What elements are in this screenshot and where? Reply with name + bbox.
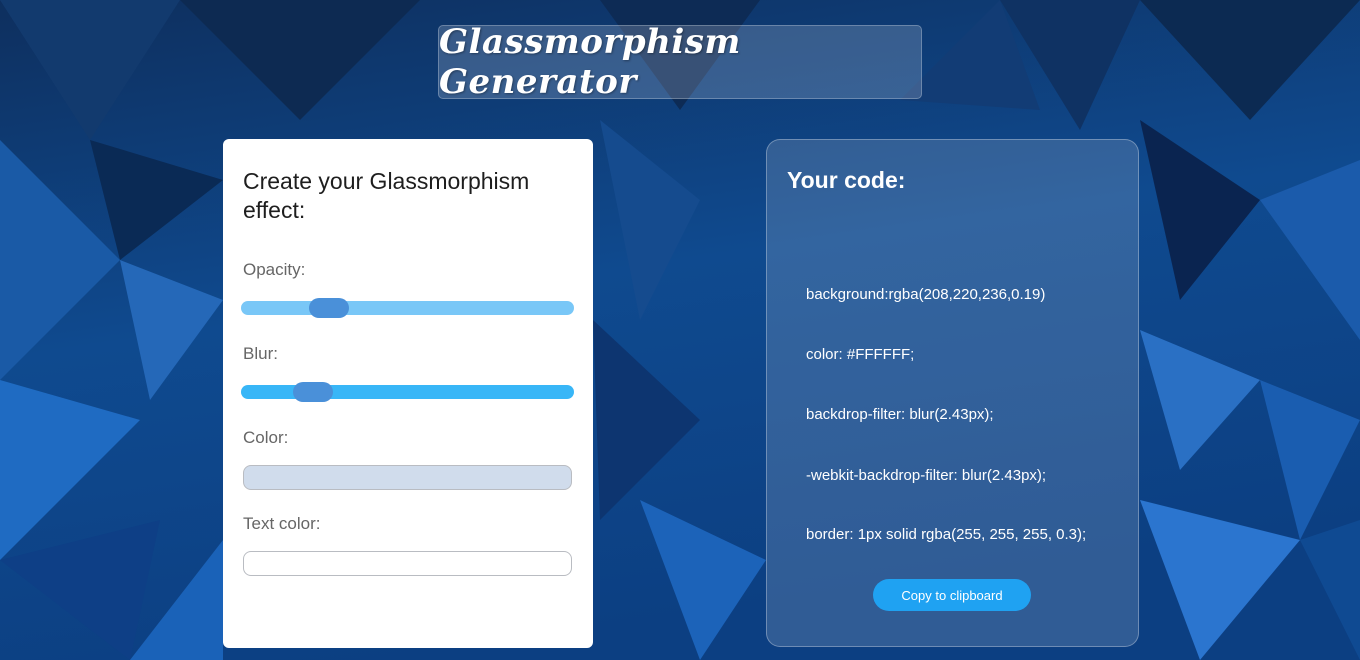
code-line-color: color: #FFFFFF; <box>806 346 915 363</box>
copy-to-clipboard-button[interactable]: Copy to clipboard <box>873 579 1031 611</box>
title-banner: Glassmorphism Generator <box>438 22 922 102</box>
opacity-slider-thumb[interactable] <box>309 298 349 318</box>
opacity-slider[interactable] <box>241 298 574 318</box>
text-color-picker[interactable] <box>243 551 572 576</box>
code-line-backdrop-filter: backdrop-filter: blur(2.43px); <box>806 406 994 423</box>
controls-heading: Create your Glassmorphism effect: <box>243 168 530 223</box>
blur-slider-thumb[interactable] <box>293 382 333 402</box>
code-line-border: border: 1px solid rgba(255, 255, 255, 0.… <box>806 526 1087 543</box>
controls-panel: Create your Glassmorphism effect: Opacit… <box>223 139 593 648</box>
color-picker[interactable] <box>243 465 572 490</box>
code-heading: Your code: <box>787 167 906 193</box>
text-color-label: Text color: <box>243 514 321 533</box>
code-line-background: background:rgba(208,220,236,0.19) <box>806 286 1046 303</box>
code-line-webkit-backdrop-filter: -webkit-backdrop-filter: blur(2.43px); <box>806 467 1047 484</box>
page-title: Glassmorphism Generator <box>439 22 741 102</box>
opacity-label: Opacity: <box>243 260 306 279</box>
blur-slider[interactable] <box>241 382 574 402</box>
color-label: Color: <box>243 428 289 447</box>
blur-label: Blur: <box>243 344 278 363</box>
code-panel: Your code: background:rgba(208,220,236,0… <box>766 139 1139 647</box>
